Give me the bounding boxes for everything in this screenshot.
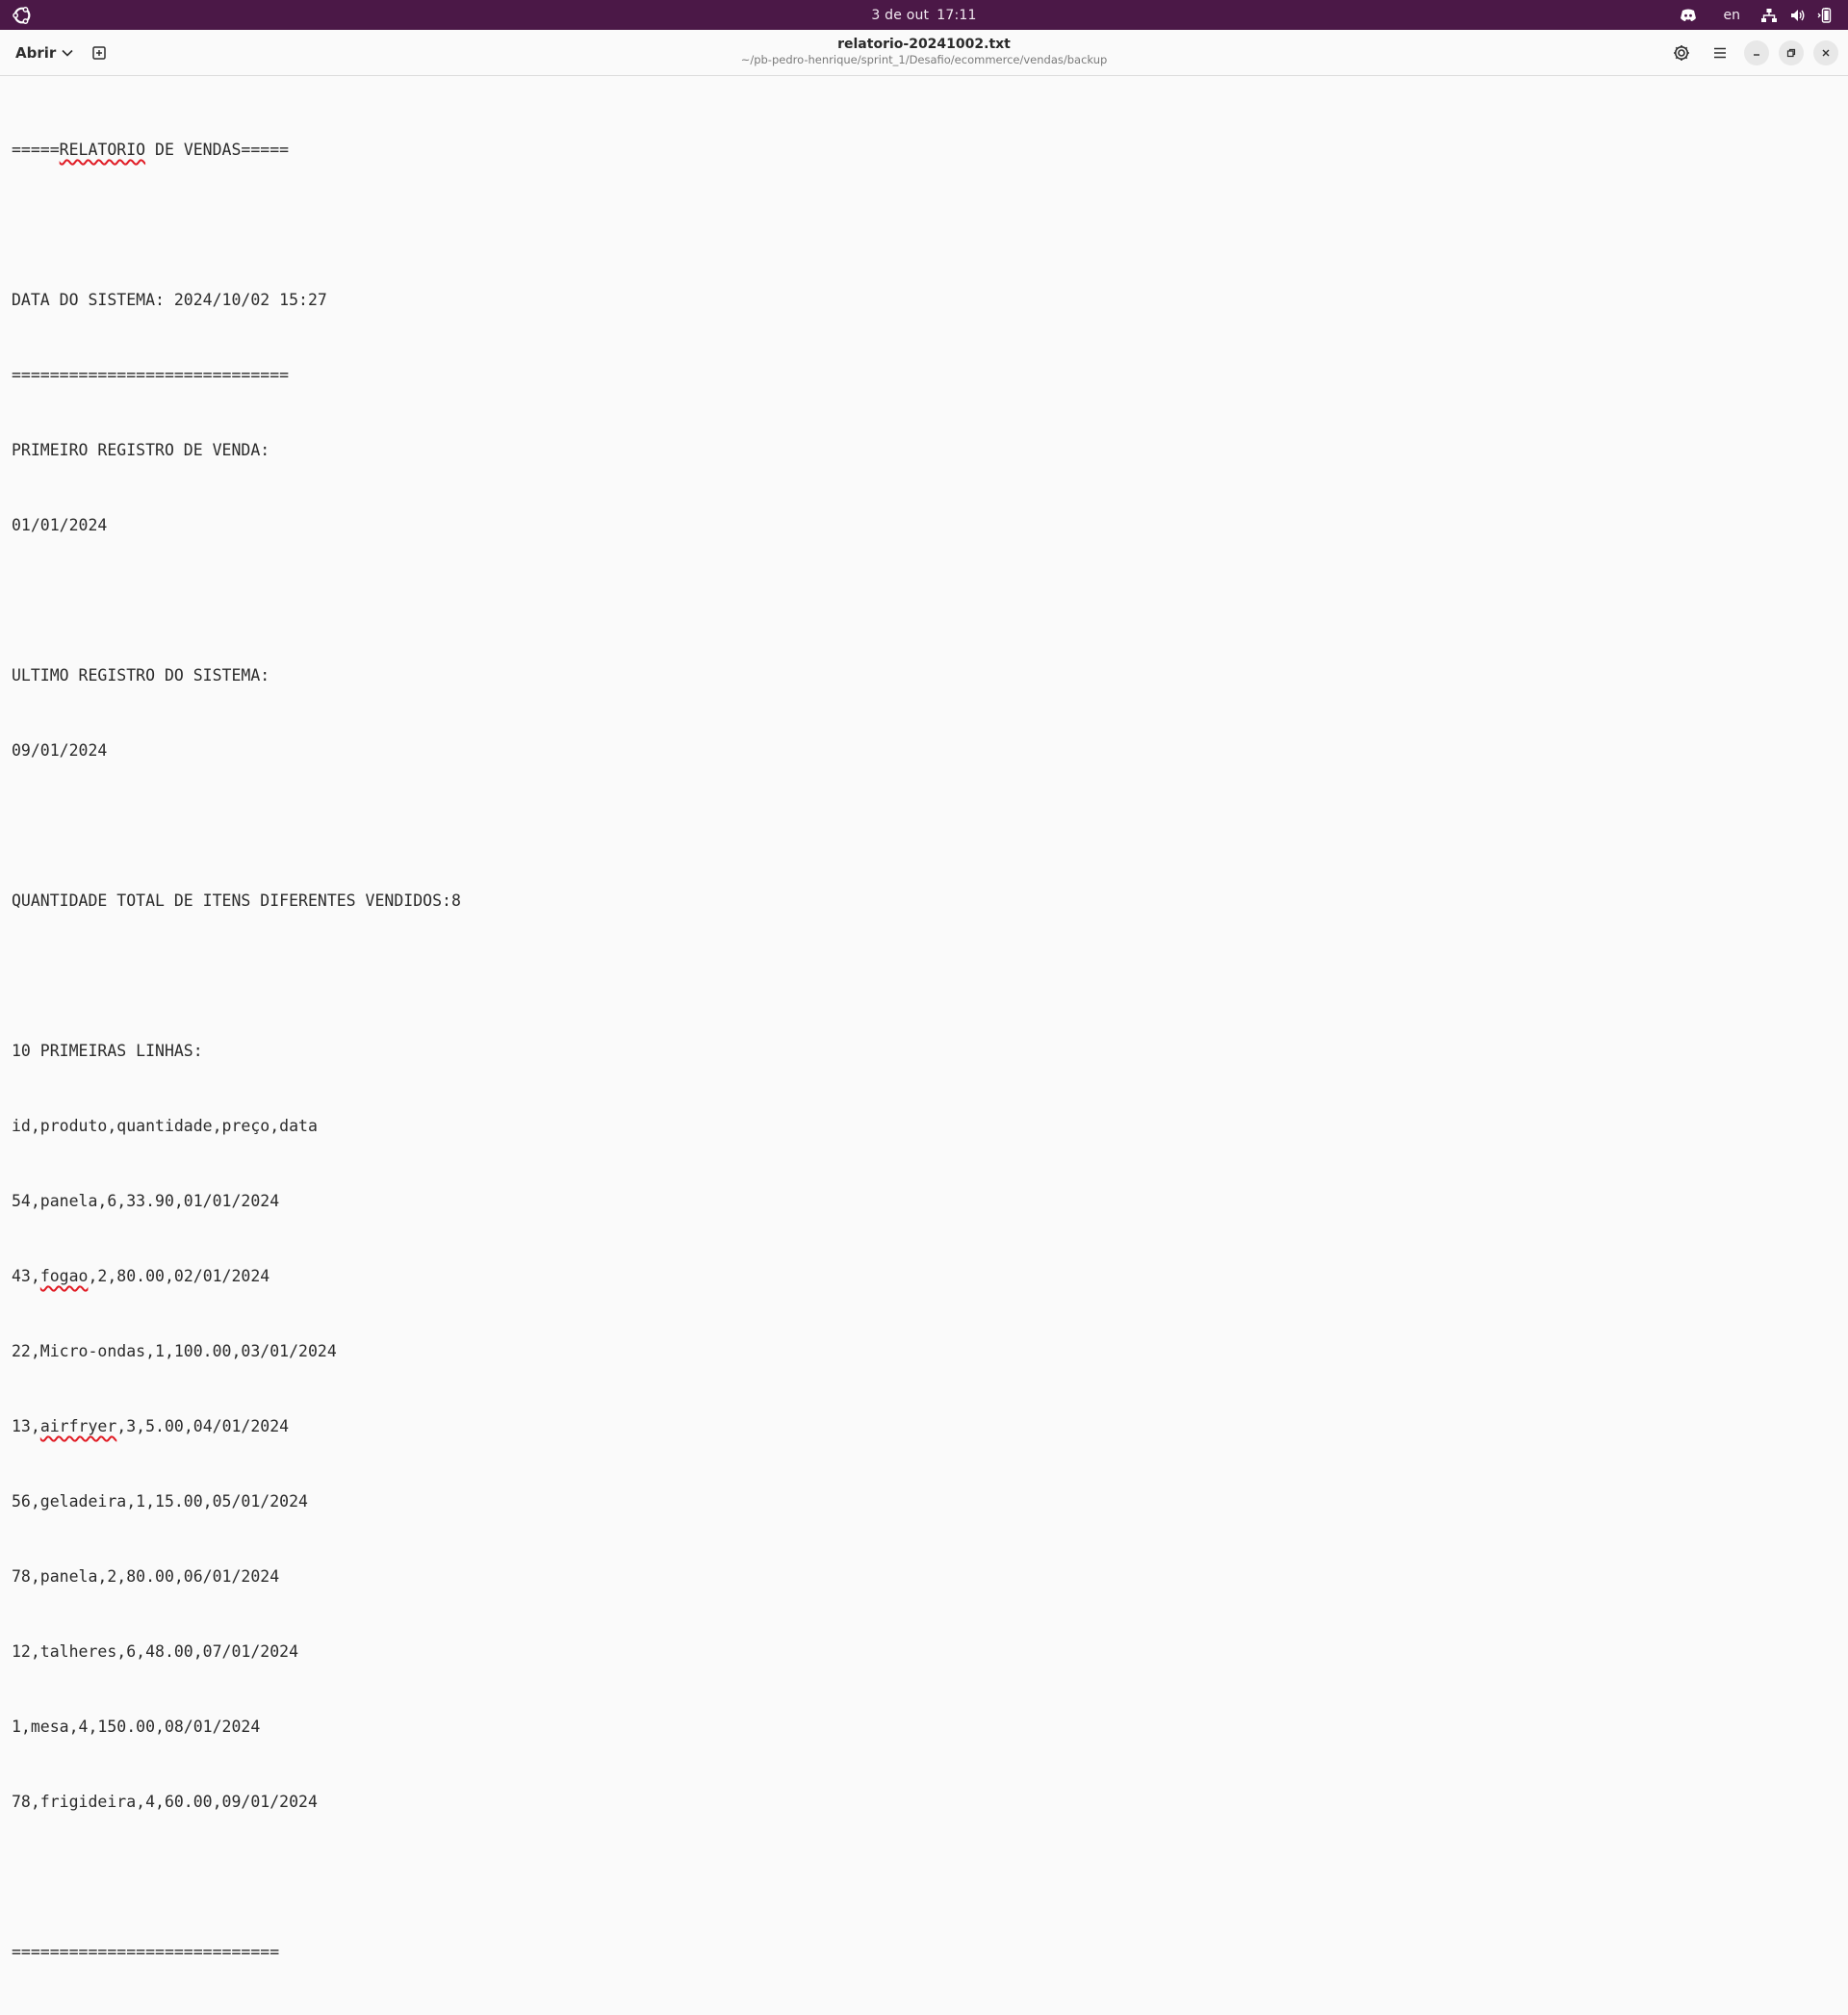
language-indicator[interactable]: en — [1724, 0, 1741, 30]
text-line: 43,fogao,2,80.00,02/01/2024 — [12, 1267, 270, 1285]
misspelled-word[interactable]: RELATORIO — [60, 141, 145, 159]
chevron-down-icon — [62, 49, 73, 57]
close-icon — [1822, 49, 1830, 56]
volume-icon[interactable] — [1790, 0, 1806, 30]
close-button[interactable] — [1813, 39, 1838, 65]
text-line: ULTIMO REGISTRO DO SISTEMA: — [12, 666, 270, 685]
document-path: ~/pb-pedro-henrique/sprint_1/Desafio/eco… — [740, 53, 1108, 66]
text-line: 12,talheres,6,48.00,07/01/2024 — [12, 1642, 299, 1661]
text-line: 78,panela,2,80.00,06/01/2024 — [12, 1567, 280, 1586]
open-button[interactable]: Abrir — [8, 38, 81, 67]
battery-icon[interactable] — [1817, 0, 1833, 30]
text-line: 56,geladeira,1,15.00,05/01/2024 — [12, 1492, 308, 1511]
clock-date: 3 de out — [871, 7, 930, 23]
text-line: QUANTIDADE TOTAL DE ITENS DIFERENTES VEN… — [12, 891, 461, 910]
text-line — [12, 213, 461, 238]
clock[interactable]: 3 de out 17:11 — [0, 0, 1848, 30]
text-line: PRIMEIRO REGISTRO DE VENDA: — [12, 441, 270, 459]
minimize-icon — [1754, 53, 1759, 56]
misspelled-word[interactable]: fogao — [40, 1267, 89, 1285]
document-title-area: relatorio-20241002.txt ~/pb-pedro-henriq… — [635, 36, 1213, 67]
text-editor-area[interactable]: =====RELATORIO DE VENDAS===== DATA DO SI… — [0, 76, 1848, 1961]
new-document-icon — [92, 45, 106, 60]
text-line — [12, 964, 461, 989]
text-line: 10 PRIMEIRAS LINHAS: — [12, 1042, 203, 1060]
open-button-label: Abrir — [15, 43, 57, 62]
settings-icon — [1674, 44, 1689, 61]
text-line: 22,Micro-ondas,1,100.00,03/01/2024 — [12, 1342, 337, 1360]
text-line: DATA DO SISTEMA: 2024/10/02 15:27 — [12, 291, 327, 309]
text-line — [12, 1865, 461, 1890]
system-top-bar: 3 de out 17:11 en — [0, 0, 1848, 30]
document-title: relatorio-20241002.txt — [837, 37, 1011, 52]
text-line — [12, 588, 461, 613]
maximize-button[interactable] — [1779, 39, 1804, 65]
settings-button[interactable] — [1667, 39, 1696, 67]
system-tray: en — [1680, 0, 1834, 30]
text-line: 78,frigideira,4,60.00,09/01/2024 — [12, 1793, 318, 1811]
hamburger-menu-icon — [1714, 47, 1726, 58]
document-text[interactable]: =====RELATORIO DE VENDAS===== DATA DO SI… — [12, 88, 461, 2015]
text-line: 13,airfryer,3,5.00,04/01/2024 — [12, 1417, 290, 1435]
text-line: 1,mesa,4,150.00,08/01/2024 — [12, 1718, 261, 1736]
text-line: id,produto,quantidade,preço,data — [12, 1117, 318, 1135]
header-actions — [1667, 38, 1838, 67]
minimize-button[interactable] — [1744, 39, 1769, 65]
misspelled-word[interactable]: airfryer — [40, 1417, 116, 1435]
text-line: 54,panela,6,33.90,01/01/2024 — [12, 1192, 280, 1210]
discord-icon[interactable] — [1680, 0, 1697, 30]
text-line: 01/01/2024 — [12, 516, 108, 534]
header-bar: Abrir relatorio-20241002.txt ~/pb-pedro-… — [0, 30, 1848, 76]
text-line: ============================ — [12, 1943, 280, 1961]
text-line: =====RELATORIO DE VENDAS===== — [12, 141, 290, 159]
text-line: 09/01/2024 — [12, 741, 108, 760]
network-icon[interactable] — [1761, 0, 1777, 30]
text-line — [12, 814, 461, 839]
text-line: ============================= — [12, 366, 290, 384]
clock-time: 17:11 — [937, 7, 977, 23]
restore-icon — [1786, 48, 1796, 57]
new-document-button[interactable] — [85, 38, 114, 67]
menu-button[interactable] — [1706, 39, 1734, 67]
